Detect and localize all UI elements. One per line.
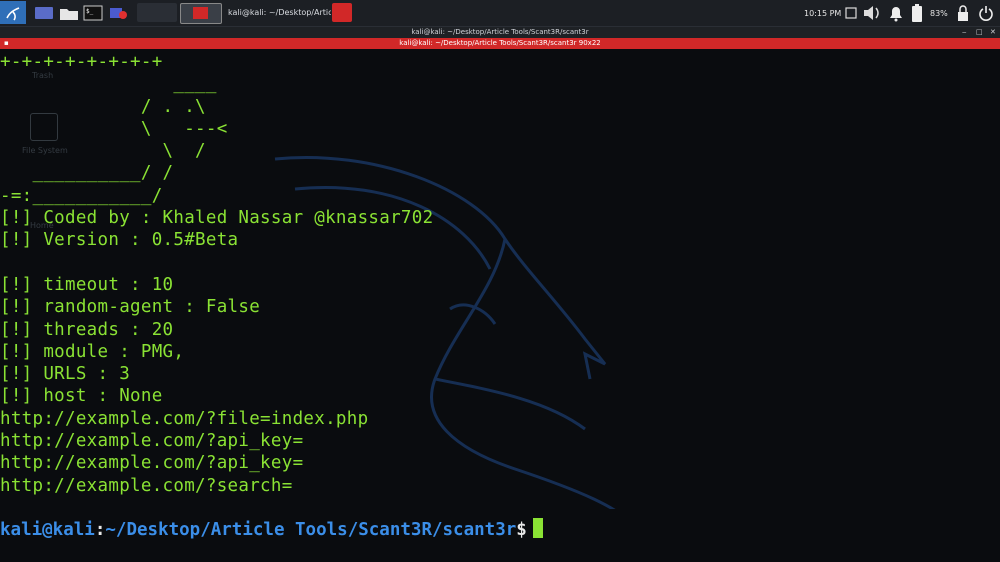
shell-prompt[interactable]: kali@kali:~/Desktop/Article Tools/Scant3… [0, 518, 543, 541]
terminal-icon: $_ [83, 5, 103, 20]
lock-icon [958, 5, 968, 21]
maximize-icon: □ [976, 28, 983, 36]
workspace-2[interactable] [180, 3, 222, 24]
battery-percent: 83% [930, 0, 948, 26]
minimize-icon: ‒ [962, 28, 967, 36]
top-panel: $_ kali@kali: ~/Desktop/Artic 10:15 PM 8… [0, 0, 1000, 27]
minimize-button[interactable]: ‒ [962, 27, 966, 38]
prompt-colon: : [94, 520, 106, 540]
banner-art: +-+-+-+-+-+-+-+ ____ / . .\ \ ---< \ / _… [0, 52, 228, 206]
terminal-menu-icon[interactable]: ▪ [4, 38, 9, 49]
folder-icon [60, 8, 78, 20]
desktop-icon [35, 6, 53, 19]
app-menu-button[interactable] [0, 1, 26, 24]
show-desktop-button[interactable] [32, 1, 56, 24]
text-cursor [532, 518, 543, 538]
file-manager-button[interactable] [58, 1, 80, 24]
close-icon: ✕ [990, 28, 996, 36]
network-indicator[interactable] [845, 0, 857, 26]
network-icon [845, 7, 857, 19]
battery-icon [912, 4, 922, 22]
taskbar-item-label: kali@kali: ~/Desktop/Artic [228, 8, 331, 17]
maximize-button[interactable]: □ [976, 27, 983, 38]
kali-dragon-icon [6, 6, 20, 20]
svg-text:$_: $_ [86, 8, 94, 15]
prompt-path: ~/Desktop/Article Tools/Scant3R/scant3r [105, 520, 517, 540]
close-button[interactable]: ✕ [990, 27, 996, 38]
terminal-header-bar: ▪ kali@kali: ~/Desktop/Article Tools/Sca… [0, 38, 1000, 49]
clock[interactable]: 10:15 PM [804, 0, 841, 26]
prompt-user: kali@kali [0, 520, 95, 540]
lock-screen-button[interactable] [956, 0, 970, 26]
workspace-1[interactable] [137, 3, 177, 22]
power-button[interactable] [978, 0, 994, 26]
prompt-symbol: $ [516, 520, 527, 540]
taskbar-terminal-item[interactable]: kali@kali: ~/Desktop/Artic [225, 2, 331, 23]
scan-info: [!] Coded by : Khaled Nassar @knassar702… [0, 208, 434, 496]
clock-text: 10:15 PM [804, 8, 842, 18]
terminal-launcher-button[interactable]: $_ [82, 1, 104, 24]
screen-recorder-button[interactable] [106, 1, 130, 24]
terminal-area[interactable]: Trash File System Home +-+-+-+-+-+-+-+ _… [0, 49, 1000, 562]
power-icon [979, 6, 993, 21]
window-title: kali@kali: ~/Desktop/Article Tools/Scant… [411, 28, 589, 36]
window-titlebar[interactable]: kali@kali: ~/Desktop/Article Tools/Scant… [0, 27, 1000, 38]
terminal-subtitle: kali@kali: ~/Desktop/Article Tools/Scant… [399, 39, 601, 47]
notifications[interactable] [886, 0, 906, 26]
notification-bell-icon [890, 7, 902, 22]
camera-icon [110, 7, 127, 19]
volume-icon [864, 6, 879, 20]
taskbar-alert-item[interactable] [332, 3, 352, 22]
battery-text: 83% [930, 8, 948, 18]
volume-control[interactable] [862, 0, 884, 26]
terminal-output: +-+-+-+-+-+-+-+ ____ / . .\ \ ---< \ / _… [0, 51, 433, 497]
battery-indicator[interactable] [910, 0, 924, 26]
